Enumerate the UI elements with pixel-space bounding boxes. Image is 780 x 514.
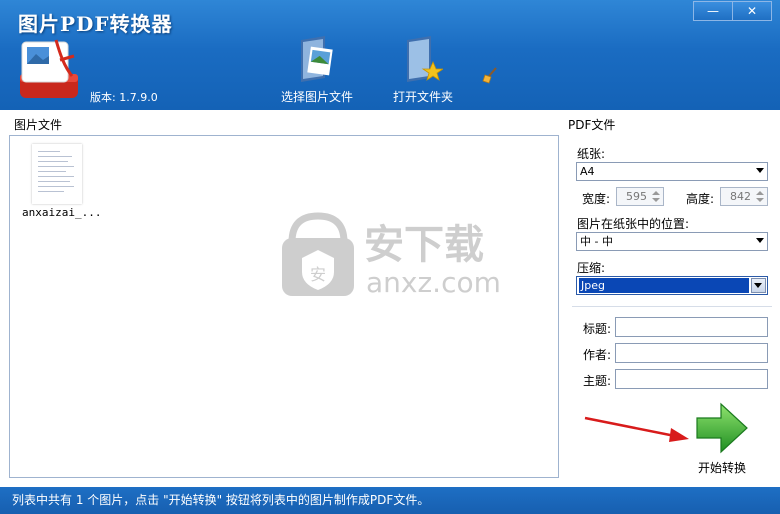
- watermark-cn: 安下载: [364, 222, 484, 268]
- minimize-button[interactable]: —: [693, 1, 733, 21]
- width-value: 595: [626, 190, 647, 203]
- svg-text:安: 安: [310, 265, 326, 284]
- status-bar: 列表中共有 1 个图片，点击 "开始转换" 按钮将列表中的图片制作成PDF文件。: [0, 487, 780, 514]
- pdf-file-caption: PDF文件: [568, 118, 616, 132]
- compress-value: Jpeg: [579, 278, 749, 293]
- stepper-up-icon[interactable]: [652, 191, 660, 195]
- height-value: 842: [730, 190, 751, 203]
- folder-star-icon: [407, 36, 443, 82]
- select-images-label: 选择图片文件: [280, 90, 353, 104]
- select-images-button[interactable]: 选择图片文件: [262, 34, 372, 105]
- window-controls: — ✕: [693, 1, 772, 21]
- position-label: 图片在纸张中的位置:: [577, 217, 690, 231]
- status-text: 列表中共有 1 个图片，点击 "开始转换" 按钮将列表中的图片制作成PDF文件。: [12, 493, 430, 507]
- paper-label: 纸张:: [577, 147, 606, 161]
- height-stepper[interactable]: 842: [720, 187, 768, 206]
- watermark-logo-icon: 安 安下载 anxz.com: [282, 212, 501, 298]
- compress-label: 压缩:: [577, 261, 606, 275]
- pointer-arrow-icon: [584, 416, 689, 442]
- paper-select[interactable]: A4: [576, 162, 768, 181]
- divider: [572, 306, 772, 307]
- image-file-list[interactable]: anxaizai_...: [9, 135, 559, 478]
- open-folder-button[interactable]: 打开文件夹: [368, 34, 478, 105]
- header-bar: 图片PDF转换器 版本: 1.7.9.0 选择图片文件 打开文件夹 — ✕: [0, 0, 780, 110]
- width-label: 宽度:: [582, 192, 611, 206]
- compress-select[interactable]: Jpeg: [576, 276, 768, 295]
- file-thumbnail[interactable]: [32, 144, 82, 204]
- image-files-caption: 图片文件: [14, 118, 63, 132]
- version-text: 版本: 1.7.9.0: [90, 91, 158, 104]
- start-convert-button[interactable]: 开始转换: [690, 402, 754, 476]
- chevron-down-icon: [756, 238, 764, 243]
- paper-value: A4: [580, 165, 595, 178]
- start-convert-label: 开始转换: [697, 461, 746, 475]
- stepper-down-icon[interactable]: [652, 198, 660, 202]
- title-input[interactable]: [615, 317, 768, 337]
- chevron-down-icon: [756, 168, 764, 173]
- subject-input[interactable]: [615, 369, 768, 389]
- author-label: 作者:: [583, 348, 612, 362]
- close-button[interactable]: ✕: [732, 1, 772, 21]
- images-folder-icon: [301, 36, 333, 82]
- app-title: 图片PDF转换器: [18, 12, 173, 36]
- position-value: 中 - 中: [580, 235, 613, 248]
- height-label: 高度:: [686, 192, 715, 206]
- position-select[interactable]: 中 - 中: [576, 232, 768, 251]
- stepper-down-icon[interactable]: [756, 198, 764, 202]
- clear-list-icon[interactable]: [482, 66, 500, 84]
- file-name: anxaizai_...: [22, 206, 102, 219]
- author-input[interactable]: [615, 343, 768, 363]
- green-arrow-icon: [696, 402, 748, 454]
- chevron-down-icon: [754, 283, 762, 288]
- stepper-up-icon[interactable]: [756, 191, 764, 195]
- width-stepper[interactable]: 595: [616, 187, 664, 206]
- title-label: 标题:: [583, 322, 612, 336]
- dropdown-button[interactable]: [751, 278, 766, 293]
- watermark-en: anxz.com: [366, 266, 501, 298]
- subject-label: 主题:: [583, 374, 612, 388]
- app-logo-icon: [20, 39, 78, 98]
- open-folder-label: 打开文件夹: [392, 90, 453, 104]
